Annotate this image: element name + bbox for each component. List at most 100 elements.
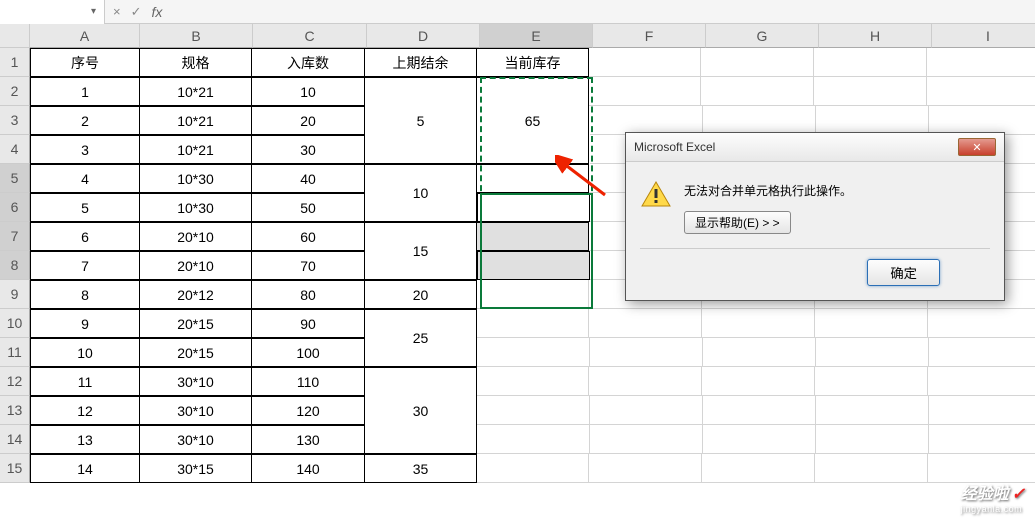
cell-H10[interactable]	[815, 309, 928, 338]
column-header-A[interactable]: A	[30, 24, 140, 48]
cell-B3[interactable]: 10*21	[139, 106, 252, 135]
cell-C3[interactable]: 20	[251, 106, 365, 135]
cell-I10[interactable]	[928, 309, 1035, 338]
cell-D7[interactable]: 15	[364, 222, 477, 280]
cell-E7[interactable]	[476, 222, 589, 251]
row-header-11[interactable]: 11	[0, 338, 30, 367]
cell-F12[interactable]	[589, 367, 702, 396]
cell-A7[interactable]: 6	[30, 222, 140, 251]
cell-I1[interactable]	[927, 48, 1035, 77]
cell-F10[interactable]	[589, 309, 702, 338]
cell-G13[interactable]	[703, 396, 816, 425]
column-header-C[interactable]: C	[253, 24, 367, 48]
header-cell-C[interactable]: 入库数	[251, 48, 365, 77]
confirm-icon[interactable]: ✓	[131, 4, 142, 20]
cell-C5[interactable]: 40	[251, 164, 365, 193]
cell-B14[interactable]: 30*10	[139, 425, 252, 454]
cell-D5[interactable]: 10	[364, 164, 477, 222]
row-header-3[interactable]: 3	[0, 106, 30, 135]
cell-A15[interactable]: 14	[30, 454, 140, 483]
cell-G2[interactable]	[701, 77, 814, 106]
cell-F13[interactable]	[590, 396, 703, 425]
cell-I11[interactable]	[929, 338, 1035, 367]
column-header-I[interactable]: I	[932, 24, 1035, 48]
column-header-B[interactable]: B	[140, 24, 253, 48]
cell-B10[interactable]: 20*15	[139, 309, 252, 338]
cell-B12[interactable]: 30*10	[139, 367, 252, 396]
cell-E11[interactable]	[477, 338, 590, 367]
cell-H11[interactable]	[816, 338, 929, 367]
cell-F14[interactable]	[590, 425, 703, 454]
cell-B13[interactable]: 30*10	[139, 396, 252, 425]
cell-B15[interactable]: 30*15	[139, 454, 252, 483]
name-box[interactable]: ▾	[0, 0, 105, 24]
cell-E2[interactable]: 65	[476, 77, 589, 164]
show-help-button[interactable]: 显示帮助(E) > >	[684, 211, 791, 234]
cell-C7[interactable]: 60	[251, 222, 365, 251]
cell-F1[interactable]	[588, 48, 701, 77]
cell-E5[interactable]	[476, 164, 589, 193]
cell-A6[interactable]: 5	[30, 193, 140, 222]
cell-C2[interactable]: 10	[251, 77, 365, 106]
cell-I15[interactable]	[928, 454, 1035, 483]
cell-C4[interactable]: 30	[251, 135, 365, 164]
cell-H15[interactable]	[815, 454, 928, 483]
cell-I12[interactable]	[928, 367, 1035, 396]
column-header-D[interactable]: D	[367, 24, 480, 48]
cell-B7[interactable]: 20*10	[139, 222, 252, 251]
row-header-13[interactable]: 13	[0, 396, 30, 425]
cell-A3[interactable]: 2	[30, 106, 140, 135]
row-header-6[interactable]: 6	[0, 193, 30, 222]
cell-B11[interactable]: 20*15	[139, 338, 252, 367]
cell-C15[interactable]: 140	[251, 454, 365, 483]
row-header-7[interactable]: 7	[0, 222, 30, 251]
cell-A4[interactable]: 3	[30, 135, 140, 164]
name-box-dropdown-icon[interactable]: ▾	[91, 6, 96, 17]
row-header-9[interactable]: 9	[0, 280, 30, 309]
cell-B5[interactable]: 10*30	[139, 164, 252, 193]
column-header-F[interactable]: F	[593, 24, 706, 48]
cell-D15[interactable]: 35	[364, 454, 477, 483]
cell-A11[interactable]: 10	[30, 338, 140, 367]
cell-G3[interactable]	[703, 106, 816, 135]
cell-E14[interactable]	[477, 425, 590, 454]
cell-F3[interactable]	[590, 106, 703, 135]
row-header-14[interactable]: 14	[0, 425, 30, 454]
cell-H14[interactable]	[816, 425, 929, 454]
cell-H2[interactable]	[814, 77, 927, 106]
cell-F2[interactable]	[588, 77, 701, 106]
row-header-5[interactable]: 5	[0, 164, 30, 193]
row-header-4[interactable]: 4	[0, 135, 30, 164]
cell-I13[interactable]	[929, 396, 1035, 425]
cell-I3[interactable]	[929, 106, 1035, 135]
cell-E9[interactable]	[476, 280, 589, 309]
select-all-corner[interactable]	[0, 24, 30, 48]
cell-A2[interactable]: 1	[30, 77, 140, 106]
cell-G11[interactable]	[703, 338, 816, 367]
cell-A13[interactable]: 12	[30, 396, 140, 425]
cell-I2[interactable]	[927, 77, 1035, 106]
cell-E10[interactable]	[476, 309, 589, 338]
cell-F11[interactable]	[590, 338, 703, 367]
cell-C9[interactable]: 80	[251, 280, 365, 309]
cell-B9[interactable]: 20*12	[139, 280, 252, 309]
cell-H3[interactable]	[816, 106, 929, 135]
cell-D2[interactable]: 5	[364, 77, 477, 164]
cell-D9[interactable]: 20	[364, 280, 477, 309]
cell-E12[interactable]	[476, 367, 589, 396]
cell-A8[interactable]: 7	[30, 251, 140, 280]
cell-G15[interactable]	[702, 454, 815, 483]
header-cell-A[interactable]: 序号	[30, 48, 140, 77]
cell-B6[interactable]: 10*30	[139, 193, 252, 222]
cell-C10[interactable]: 90	[251, 309, 365, 338]
cell-G12[interactable]	[702, 367, 815, 396]
cell-I14[interactable]	[929, 425, 1035, 454]
cell-F15[interactable]	[589, 454, 702, 483]
cell-C6[interactable]: 50	[251, 193, 365, 222]
cell-H12[interactable]	[815, 367, 928, 396]
cell-G1[interactable]	[701, 48, 814, 77]
cell-B4[interactable]: 10*21	[139, 135, 252, 164]
cell-D12[interactable]: 30	[364, 367, 477, 454]
cell-A5[interactable]: 4	[30, 164, 140, 193]
row-header-8[interactable]: 8	[0, 251, 30, 280]
